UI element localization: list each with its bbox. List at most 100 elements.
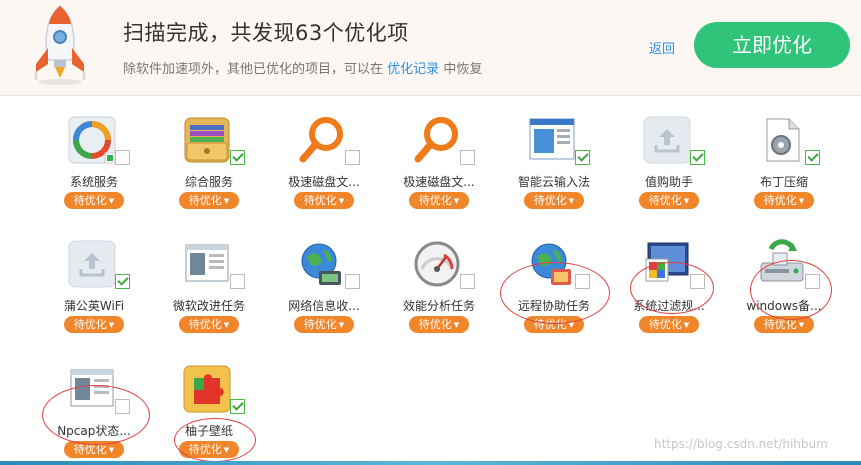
optimize-item[interactable]: 极速磁盘文... 待优化 ▼ bbox=[384, 96, 494, 209]
status-label: 待优化 bbox=[763, 318, 797, 331]
select-checkbox[interactable] bbox=[460, 274, 475, 289]
gauge-icon bbox=[414, 241, 460, 287]
status-label: 待优化 bbox=[188, 318, 222, 331]
optimize-item[interactable]: 值购助手 待优化 ▼ bbox=[614, 96, 724, 209]
select-checkbox[interactable] bbox=[690, 274, 705, 289]
chevron-down-icon: ▼ bbox=[798, 321, 805, 329]
optimize-item[interactable]: Npcap状态... 待优化 ▼ bbox=[39, 345, 149, 458]
select-checkbox[interactable] bbox=[230, 150, 245, 165]
chevron-down-icon: ▼ bbox=[108, 197, 115, 205]
status-label: 待优化 bbox=[418, 194, 452, 207]
page-subtitle: 除软件加速项外，其他已优化的项目，可以在 优化记录 中恢复 bbox=[123, 58, 482, 77]
status-dropdown[interactable]: 待优化 ▼ bbox=[409, 192, 469, 209]
status-label: 待优化 bbox=[533, 318, 567, 331]
status-label: 待优化 bbox=[533, 194, 567, 207]
select-checkbox[interactable] bbox=[230, 274, 245, 289]
chevron-down-icon: ▼ bbox=[223, 446, 230, 454]
select-checkbox[interactable] bbox=[115, 150, 130, 165]
chevron-down-icon: ▼ bbox=[568, 321, 575, 329]
status-dropdown[interactable]: 待优化 ▼ bbox=[754, 192, 814, 209]
status-dropdown[interactable]: 待优化 ▼ bbox=[409, 316, 469, 333]
optimize-item[interactable]: 布丁压缩 待优化 ▼ bbox=[729, 96, 839, 209]
optimize-record-link[interactable]: 优化记录 bbox=[387, 62, 439, 77]
status-dropdown[interactable]: 待优化 ▼ bbox=[179, 316, 239, 333]
chevron-down-icon: ▼ bbox=[453, 197, 460, 205]
optimize-item[interactable]: windows备... 待优化 ▼ bbox=[729, 220, 839, 333]
item-name: 系统服务 bbox=[69, 175, 118, 189]
status-dropdown[interactable]: 待优化 ▼ bbox=[639, 316, 699, 333]
compress-icon bbox=[766, 118, 800, 162]
select-checkbox[interactable] bbox=[115, 399, 130, 414]
status-dropdown[interactable]: 待优化 ▼ bbox=[179, 192, 239, 209]
select-checkbox[interactable] bbox=[805, 274, 820, 289]
item-name: 极速磁盘文... bbox=[288, 175, 360, 189]
upload-placeholder-icon bbox=[643, 116, 691, 164]
status-dropdown[interactable]: 待优化 ▼ bbox=[64, 441, 124, 458]
status-label: 待优化 bbox=[73, 443, 107, 456]
window-app-icon bbox=[70, 369, 114, 407]
chevron-down-icon: ▼ bbox=[223, 321, 230, 329]
bottom-strip bbox=[0, 461, 861, 465]
item-name: 系统过滤规... bbox=[633, 299, 705, 313]
status-dropdown[interactable]: 待优化 ▼ bbox=[294, 316, 354, 333]
chevron-down-icon: ▼ bbox=[338, 197, 345, 205]
select-checkbox[interactable] bbox=[230, 399, 245, 414]
select-checkbox[interactable] bbox=[575, 274, 590, 289]
chevron-down-icon: ▼ bbox=[683, 197, 690, 205]
optimize-item[interactable]: 智能云输入法 待优化 ▼ bbox=[499, 96, 609, 209]
optimize-item[interactable]: 系统服务 待优化 ▼ bbox=[39, 96, 149, 209]
item-name: Npcap状态... bbox=[57, 424, 131, 438]
magnifier-icon bbox=[414, 117, 458, 163]
status-dropdown[interactable]: 待优化 ▼ bbox=[754, 316, 814, 333]
window-app-icon bbox=[185, 244, 229, 282]
item-name: 柚子壁纸 bbox=[184, 424, 233, 438]
item-name: windows备... bbox=[746, 299, 822, 313]
status-dropdown[interactable]: 待优化 ▼ bbox=[524, 316, 584, 333]
back-link[interactable]: 返回 bbox=[649, 38, 675, 57]
chevron-down-icon: ▼ bbox=[108, 446, 115, 454]
chevron-down-icon: ▼ bbox=[223, 197, 230, 205]
item-name: 智能云输入法 bbox=[517, 175, 590, 189]
select-checkbox[interactable] bbox=[345, 274, 360, 289]
select-checkbox[interactable] bbox=[115, 274, 130, 289]
status-label: 待优化 bbox=[763, 194, 797, 207]
status-label: 待优化 bbox=[73, 318, 107, 331]
status-dropdown[interactable]: 待优化 ▼ bbox=[64, 316, 124, 333]
item-name: 微软改进任务 bbox=[172, 299, 245, 313]
status-label: 待优化 bbox=[648, 194, 682, 207]
status-label: 待优化 bbox=[73, 194, 107, 207]
item-name: 极速磁盘文... bbox=[403, 175, 475, 189]
status-dropdown[interactable]: 待优化 ▼ bbox=[524, 192, 584, 209]
status-dropdown[interactable]: 待优化 ▼ bbox=[294, 192, 354, 209]
chevron-down-icon: ▼ bbox=[568, 197, 575, 205]
magnifier-icon bbox=[299, 117, 343, 163]
select-checkbox[interactable] bbox=[805, 150, 820, 165]
system-service-icon bbox=[68, 116, 116, 164]
optimize-item[interactable]: 网络信息收... 待优化 ▼ bbox=[269, 220, 379, 333]
optimize-item[interactable]: 效能分析任务 待优化 ▼ bbox=[384, 220, 494, 333]
status-dropdown[interactable]: 待优化 ▼ bbox=[639, 192, 699, 209]
optimize-now-button[interactable]: 立即优化 bbox=[694, 22, 850, 68]
item-name: 值购助手 bbox=[644, 175, 693, 189]
select-checkbox[interactable] bbox=[575, 150, 590, 165]
select-checkbox[interactable] bbox=[460, 150, 475, 165]
optimize-item[interactable]: 极速磁盘文... 待优化 ▼ bbox=[269, 96, 379, 209]
optimize-item[interactable]: 蒲公英WiFi 待优化 ▼ bbox=[39, 220, 149, 333]
select-checkbox[interactable] bbox=[690, 150, 705, 165]
status-label: 待优化 bbox=[303, 318, 337, 331]
item-name: 布丁压缩 bbox=[759, 175, 808, 189]
item-name: 远程协助任务 bbox=[517, 299, 590, 313]
status-dropdown[interactable]: 待优化 ▼ bbox=[64, 192, 124, 209]
optimize-item[interactable]: 远程协助任务 待优化 ▼ bbox=[499, 220, 609, 333]
chevron-down-icon: ▼ bbox=[338, 321, 345, 329]
optimize-item[interactable]: 微软改进任务 待优化 ▼ bbox=[154, 220, 264, 333]
optimize-item[interactable]: 柚子壁纸 待优化 ▼ bbox=[154, 345, 264, 458]
optimize-item[interactable]: 综合服务 待优化 ▼ bbox=[154, 96, 264, 209]
status-dropdown[interactable]: 待优化 ▼ bbox=[179, 441, 239, 458]
status-label: 待优化 bbox=[418, 318, 452, 331]
optimize-item[interactable]: 系统过滤规... 待优化 ▼ bbox=[614, 220, 724, 333]
rocket-icon bbox=[34, 5, 86, 85]
item-name: 网络信息收... bbox=[288, 299, 360, 313]
select-checkbox[interactable] bbox=[345, 150, 360, 165]
globe-network-icon bbox=[531, 243, 571, 285]
